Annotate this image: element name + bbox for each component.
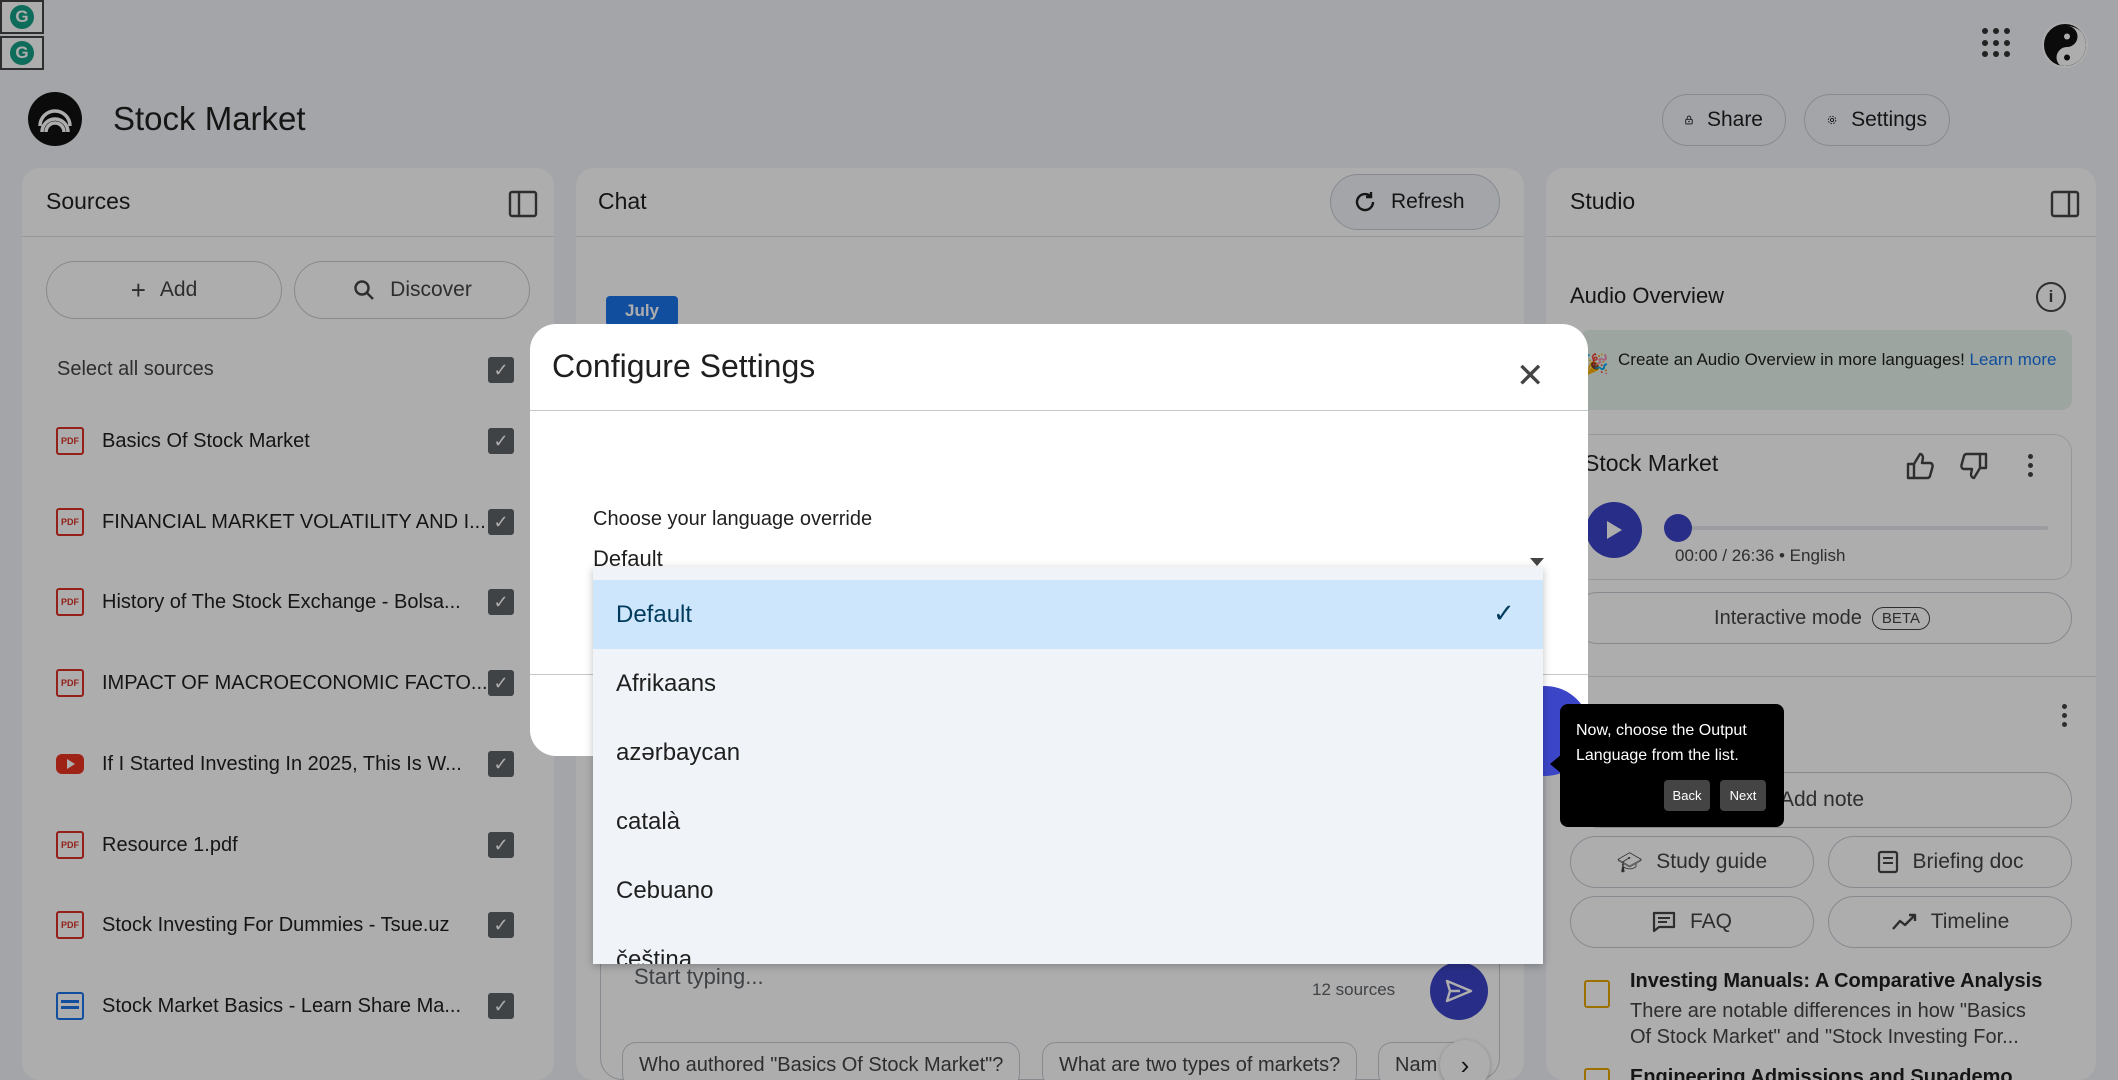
tooltip-back-button[interactable]: Back xyxy=(1664,780,1710,811)
language-option[interactable]: čeština xyxy=(593,925,1543,965)
language-option[interactable]: Afrikaans xyxy=(593,649,1543,718)
tooltip-text: Now, choose the Output Language from the… xyxy=(1576,722,1747,764)
option-label: čeština xyxy=(616,945,693,965)
language-option[interactable]: Cebuano xyxy=(593,856,1543,925)
option-label: azərbaycan xyxy=(616,738,741,766)
language-dropdown-list: Default ✓ Afrikaans azərbaycan català Ce… xyxy=(593,567,1543,964)
dialog-divider xyxy=(530,410,1588,411)
option-label: Afrikaans xyxy=(616,669,717,697)
language-option[interactable]: català xyxy=(593,787,1543,856)
language-option-default[interactable]: Default ✓ xyxy=(593,580,1543,649)
option-label: Default xyxy=(616,600,693,628)
language-override-label: Choose your language override xyxy=(593,508,873,530)
option-label: Cebuano xyxy=(616,876,714,904)
close-icon[interactable]: ✕ xyxy=(1516,356,1545,396)
tooltip-next-button[interactable]: Next xyxy=(1720,780,1766,811)
onboarding-tooltip: Now, choose the Output Language from the… xyxy=(1560,704,1784,827)
option-label: català xyxy=(616,807,681,835)
check-icon: ✓ xyxy=(1493,598,1515,628)
chevron-down-icon[interactable] xyxy=(1530,558,1544,566)
language-option[interactable]: azərbaycan xyxy=(593,718,1543,787)
dialog-title: Configure Settings xyxy=(552,348,816,384)
